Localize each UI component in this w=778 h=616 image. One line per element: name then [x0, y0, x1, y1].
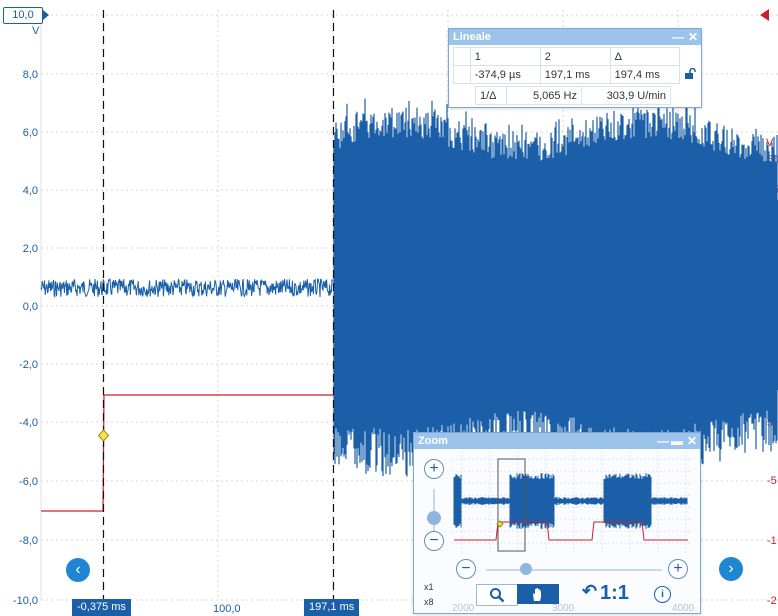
right-unit-label: V [766, 137, 774, 149]
zoom-slider-thumb[interactable] [427, 511, 441, 525]
y-tick-label: -10,0 [13, 595, 38, 607]
zoom-x-tick: 4000 [672, 603, 695, 614]
y-tick-label-right: -2 [767, 595, 777, 607]
y-tick-label: 2,0 [23, 243, 38, 255]
rulers-panel: Lineale — ✕ 1 2 Δ -374,9 µs 197,1 ms 197… [448, 28, 702, 108]
left-unit-label: V [32, 25, 40, 37]
magnifier-icon [490, 588, 505, 603]
pan-left-button[interactable]: − [456, 559, 476, 579]
minimize-icon[interactable]: — [671, 29, 685, 45]
zoom-overview-plot[interactable] [452, 451, 690, 555]
inverse-delta-label: 1/Δ [475, 86, 507, 105]
y-tick-label: 8,0 [23, 69, 38, 81]
close-icon[interactable]: ✕ [686, 29, 700, 45]
ruler-value-1: -374,9 µs [469, 65, 541, 84]
zoom-x-tick: 3000 [552, 603, 575, 614]
scale-label-x8: x8 [424, 597, 434, 607]
zoom-x-tick: 2000 [452, 603, 475, 614]
frequency-value: 5,065 Hz [506, 86, 582, 105]
rulers-title[interactable]: Lineale — ✕ [449, 29, 701, 45]
close-icon[interactable]: ✕ [685, 433, 699, 449]
info-icon[interactable]: i [654, 586, 671, 603]
scroll-right-button[interactable]: › [719, 557, 743, 581]
cursor-1-label[interactable]: -0,375 ms [72, 599, 131, 616]
y-tick-label-right: -1 [767, 535, 777, 547]
y-tick-label: -4,0 [19, 417, 38, 429]
scale-label-x1: x1 [424, 582, 434, 592]
y-tick-label: -8,0 [19, 535, 38, 547]
y-tick-label: 4,0 [23, 185, 38, 197]
trigger-level-marker[interactable] [760, 9, 769, 21]
pan-right-button[interactable]: + [668, 559, 688, 579]
zoom-title[interactable]: Zoom — ▬ ✕ [414, 433, 700, 449]
pan-tool-button[interactable] [517, 584, 559, 604]
ruler-value-delta: 197,4 ms [609, 65, 681, 84]
rpm-value: 303,9 U/min [581, 86, 671, 105]
scroll-left-button[interactable]: ‹ [66, 558, 90, 582]
x-tick-label: 100,0 [213, 603, 241, 615]
lock-icon[interactable] [680, 66, 701, 84]
range-selector[interactable]: 10,0 [3, 7, 49, 24]
undo-zoom-icon[interactable]: ↶ [582, 581, 597, 602]
y-tick-label-right: -5 [767, 475, 777, 487]
y-tick-label: 0,0 [23, 301, 38, 313]
pan-slider-thumb[interactable] [520, 563, 532, 575]
pan-slider-track[interactable] [486, 569, 662, 571]
y-tick-label: 6,0 [23, 127, 38, 139]
ruler-value-2: 197,1 ms [539, 65, 611, 84]
zoom-tool-button[interactable] [476, 584, 518, 606]
maximize-icon[interactable]: ▬ [670, 433, 684, 449]
ruler-header-1: 1 [469, 47, 541, 66]
zoom-panel: Zoom — ▬ ✕ + − − + x1 x8 ↶ 1:1 i 2000 300… [413, 432, 701, 614]
ruler-header-2: 2 [539, 47, 611, 66]
zoom-in-button[interactable]: + [424, 459, 444, 479]
ratio-button[interactable]: 1:1 [600, 582, 629, 605]
minimize-icon[interactable]: — [656, 433, 670, 449]
y-tick-label: -2,0 [19, 359, 38, 371]
cursor-2-label[interactable]: 197,1 ms [304, 599, 360, 616]
hand-icon [533, 588, 541, 601]
zoom-out-button[interactable]: − [424, 531, 444, 551]
ruler-header-delta: Δ [609, 47, 681, 66]
y-tick-label: -6,0 [19, 476, 38, 488]
